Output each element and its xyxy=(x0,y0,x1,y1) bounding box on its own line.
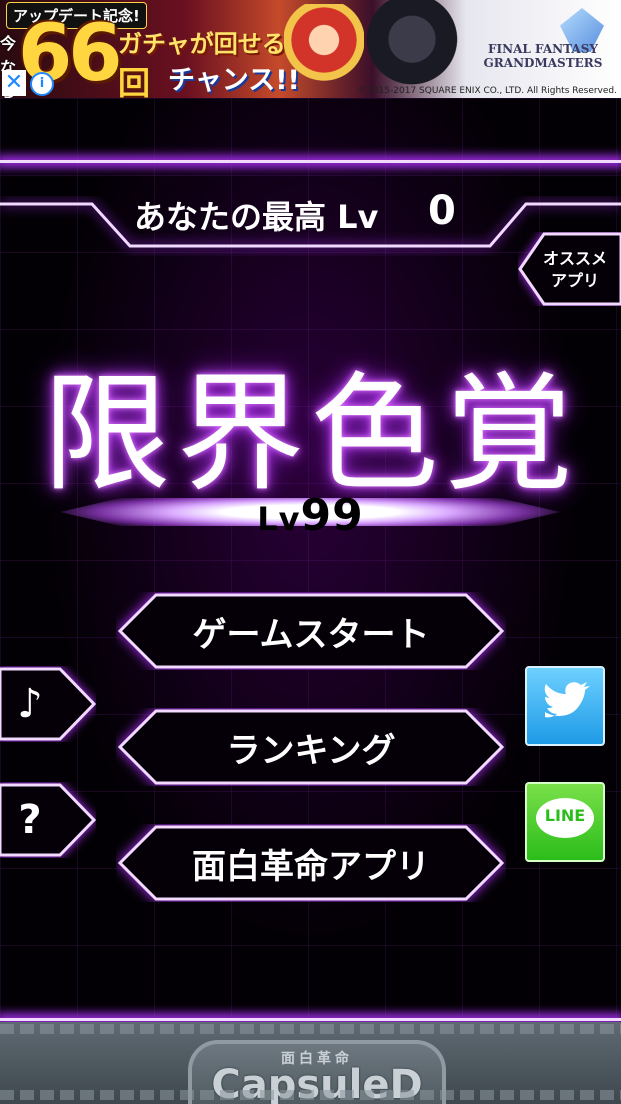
ad-chance-text: チャンス!! xyxy=(168,65,300,96)
ad-character-2 xyxy=(362,0,462,98)
best-level-label: あなたの最高 Lv xyxy=(134,198,379,236)
twitter-bird-icon xyxy=(544,682,590,718)
recommend-apps-label: オススメ アプリ xyxy=(540,248,610,292)
apps-button[interactable]: 面白革命アプリ xyxy=(116,824,506,902)
close-icon[interactable]: ✕ xyxy=(2,70,26,96)
sound-button[interactable]: ♪ xyxy=(0,666,96,742)
twitter-button[interactable] xyxy=(525,666,605,746)
footer-banner[interactable]: 面白革命 CapsuleD xyxy=(0,1022,621,1104)
bottom-divider xyxy=(0,1018,621,1021)
max-level: Lv99 xyxy=(0,490,621,541)
game-start-button[interactable]: ゲームスタート xyxy=(116,592,506,670)
music-note-icon: ♪ xyxy=(17,681,43,727)
ad-banner[interactable]: アップデート記念! 今なら 66 ガチャが回せる 回 チャンス!! FINAL … xyxy=(0,0,621,98)
ranking-label: ランキング xyxy=(226,730,396,771)
line-button[interactable]: LINE xyxy=(525,782,605,862)
recommend-line-2: アプリ xyxy=(550,271,599,290)
best-level-value: 0 xyxy=(428,188,456,234)
max-level-prefix: Lv xyxy=(257,500,301,538)
info-icon[interactable]: i xyxy=(30,72,54,96)
game-title: 限界色覚 xyxy=(42,360,579,509)
line-label: LINE xyxy=(544,806,586,825)
help-button[interactable]: ? xyxy=(0,782,96,858)
ad-kai-text: 回 xyxy=(118,64,151,98)
footer-pattern-top xyxy=(0,1024,621,1034)
ranking-button[interactable]: ランキング xyxy=(116,708,506,786)
top-divider xyxy=(0,160,621,163)
recommend-line-1: オススメ xyxy=(542,249,607,268)
apps-label: 面白革命アプリ xyxy=(192,846,430,887)
ad-gacha-text: ガチャが回せる xyxy=(118,30,286,58)
ad-copyright: ©2015-2017 SQUARE ENIX CO., LTD. All Rig… xyxy=(358,86,617,96)
ad-character-1 xyxy=(284,4,364,94)
ad-logo: FINAL FANTASY GRANDMASTERS xyxy=(483,42,603,70)
game-start-label: ゲームスタート xyxy=(192,614,430,655)
help-icon: ? xyxy=(18,797,42,843)
footer-pattern-bottom xyxy=(0,1090,621,1100)
max-level-value: 99 xyxy=(300,490,364,541)
